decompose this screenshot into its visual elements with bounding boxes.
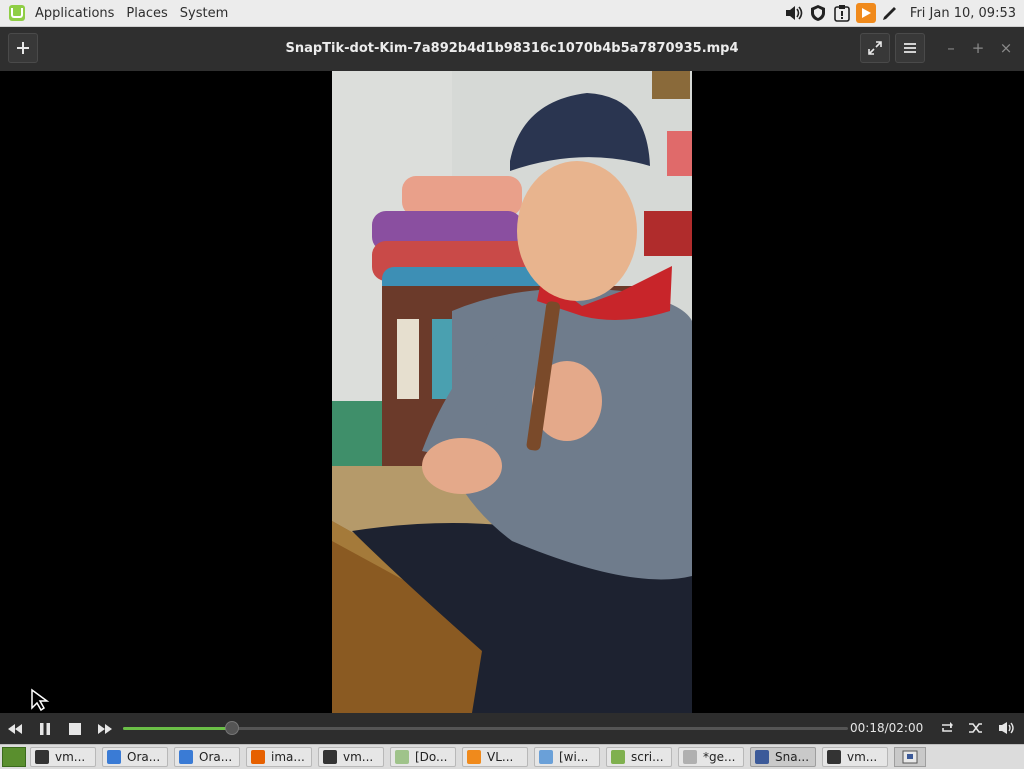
mint-logo-icon[interactable] (9, 5, 25, 21)
mouse-cursor-icon (31, 688, 50, 712)
taskbar-item-label: Sna... (775, 750, 810, 764)
taskbar-item[interactable]: vm... (30, 747, 96, 767)
window-icon (902, 750, 918, 764)
virtualbox-icon (107, 750, 121, 764)
playback-controls: 00:18/02:00 (0, 713, 1024, 744)
video-area[interactable] (0, 71, 1024, 713)
taskbar-item-label: ima... (271, 750, 305, 764)
taskbar-item[interactable]: Sna... (750, 747, 816, 767)
repeat-button[interactable] (936, 717, 958, 739)
taskbar-item-label: Ora... (127, 750, 161, 764)
terminal-icon (35, 750, 49, 764)
pen-icon[interactable] (880, 3, 900, 23)
taskbar-item[interactable]: [Do... (390, 747, 456, 767)
video-frame[interactable] (332, 71, 692, 713)
terminal-icon (827, 750, 841, 764)
menu-system[interactable]: System (176, 6, 236, 21)
terminal-icon (323, 750, 337, 764)
time-display: 00:18/02:00 (850, 721, 924, 735)
clock[interactable]: Fri Jan 10, 09:53 (910, 6, 1016, 21)
stop-button[interactable] (64, 718, 86, 740)
video-content-image (332, 71, 692, 713)
taskbar: vm... Ora... Ora... ima... vm... [Do... VL... [… (0, 744, 1024, 769)
fast-forward-icon (98, 723, 112, 734)
task-window-preview[interactable] (894, 747, 926, 767)
network-icon (539, 750, 553, 764)
virtualbox-icon (179, 750, 193, 764)
system-tray: Fri Jan 10, 09:53 (784, 0, 1024, 26)
taskbar-item[interactable]: VL... (462, 747, 528, 767)
taskbar-item[interactable]: Ora... (174, 747, 240, 767)
add-button[interactable] (8, 33, 38, 63)
clipboard-alert-icon[interactable] (832, 3, 852, 23)
firefox-icon (251, 750, 265, 764)
task-list: vm... Ora... Ora... ima... vm... [Do... VL... [… (30, 747, 894, 767)
rewind-button[interactable] (4, 718, 26, 740)
video-player-icon (755, 750, 769, 764)
close-button[interactable]: × (997, 39, 1015, 57)
top-panel: Applications Places System Fri Jan 10, 0… (0, 0, 1024, 27)
taskbar-item-label: [wi... (559, 750, 589, 764)
plus-icon (17, 42, 29, 54)
folder-icon (395, 750, 409, 764)
taskbar-item-label: vm... (847, 750, 878, 764)
menu-button[interactable] (895, 33, 925, 63)
menu-places[interactable]: Places (122, 6, 175, 21)
fast-forward-button[interactable] (94, 718, 116, 740)
maximize-button[interactable]: + (969, 39, 987, 57)
seek-progress (123, 727, 232, 730)
taskbar-item[interactable]: Ora... (102, 747, 168, 767)
taskbar-item[interactable]: *ge... (678, 747, 744, 767)
pause-icon (40, 722, 50, 735)
seek-bar[interactable] (123, 721, 848, 735)
taskbar-item-label: Ora... (199, 750, 233, 764)
expand-icon (868, 41, 882, 55)
fullscreen-button[interactable] (860, 33, 890, 63)
menu-applications[interactable]: Applications (31, 6, 122, 21)
taskbar-item[interactable]: vm... (318, 747, 384, 767)
folder-icon (611, 750, 625, 764)
taskbar-item-label: vm... (55, 750, 86, 764)
taskbar-item-label: [Do... (415, 750, 448, 764)
player-header-bar: SnapTik-dot-Kim-7a892b4d1b98316c1070b4b5… (0, 27, 1024, 72)
volume-icon[interactable] (784, 3, 804, 23)
seek-handle[interactable] (224, 721, 239, 735)
hamburger-icon (904, 43, 916, 53)
rewind-icon (8, 723, 22, 734)
shuffle-button[interactable] (965, 717, 987, 739)
taskbar-item[interactable]: vm... (822, 747, 888, 767)
minimize-button[interactable]: – (942, 39, 960, 57)
taskbar-item[interactable]: [wi... (534, 747, 600, 767)
stop-icon (69, 722, 81, 735)
speaker-icon (999, 722, 1014, 734)
repeat-icon (942, 722, 953, 732)
window-title: SnapTik-dot-Kim-7a892b4d1b98316c1070b4b5… (285, 41, 739, 56)
taskbar-item[interactable]: ima... (246, 747, 312, 767)
pause-button[interactable] (34, 718, 56, 740)
vlc-icon (467, 750, 481, 764)
taskbar-item[interactable]: scri... (606, 747, 672, 767)
taskbar-item-label: vm... (343, 750, 374, 764)
volume-button[interactable] (996, 717, 1018, 739)
taskbar-item-label: VL... (487, 750, 514, 764)
show-desktop-button[interactable] (2, 747, 26, 767)
taskbar-item-label: *ge... (703, 750, 736, 764)
taskbar-item-label: scri... (631, 750, 664, 764)
shuffle-icon (969, 723, 982, 733)
shield-icon[interactable] (808, 3, 828, 23)
text-editor-icon (683, 750, 697, 764)
vlc-icon[interactable] (855, 3, 876, 23)
